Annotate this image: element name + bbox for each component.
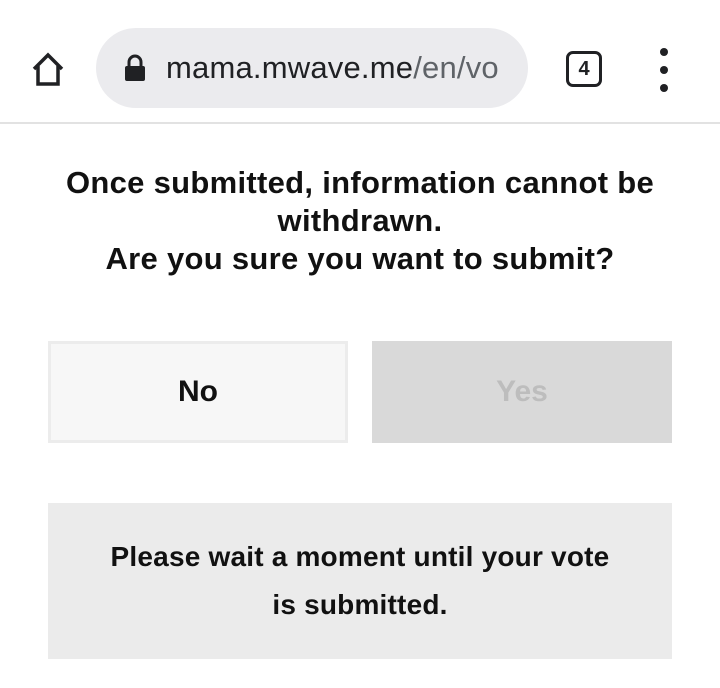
url-path: /en/vo bbox=[413, 50, 499, 85]
tab-count: 4 bbox=[578, 57, 590, 80]
tab-switcher-button[interactable]: 4 bbox=[566, 51, 602, 87]
wait-notice: Please wait a moment until your vote is … bbox=[48, 503, 672, 659]
menu-dot bbox=[660, 84, 668, 92]
home-icon[interactable] bbox=[22, 44, 74, 94]
lock-icon bbox=[124, 53, 146, 83]
yes-button[interactable]: Yes bbox=[372, 341, 672, 443]
browser-toolbar: mama.mwave.me/en/vo 4 bbox=[0, 0, 720, 124]
no-button[interactable]: No bbox=[48, 341, 348, 443]
confirm-message-line2: Are you sure you want to submit? bbox=[105, 241, 615, 276]
menu-dot bbox=[660, 66, 668, 74]
wait-message: Please wait a moment until your vote is … bbox=[110, 541, 610, 620]
url-text: mama.mwave.me/en/vo bbox=[166, 50, 528, 86]
more-options-icon[interactable] bbox=[650, 48, 678, 92]
address-bar[interactable]: mama.mwave.me/en/vo bbox=[96, 28, 528, 108]
menu-dot bbox=[660, 48, 668, 56]
confirm-message-line1: Once submitted, information cannot be wi… bbox=[65, 165, 655, 238]
confirm-message: Once submitted, information cannot be wi… bbox=[40, 164, 680, 278]
url-host: mama.mwave.me bbox=[166, 50, 414, 85]
